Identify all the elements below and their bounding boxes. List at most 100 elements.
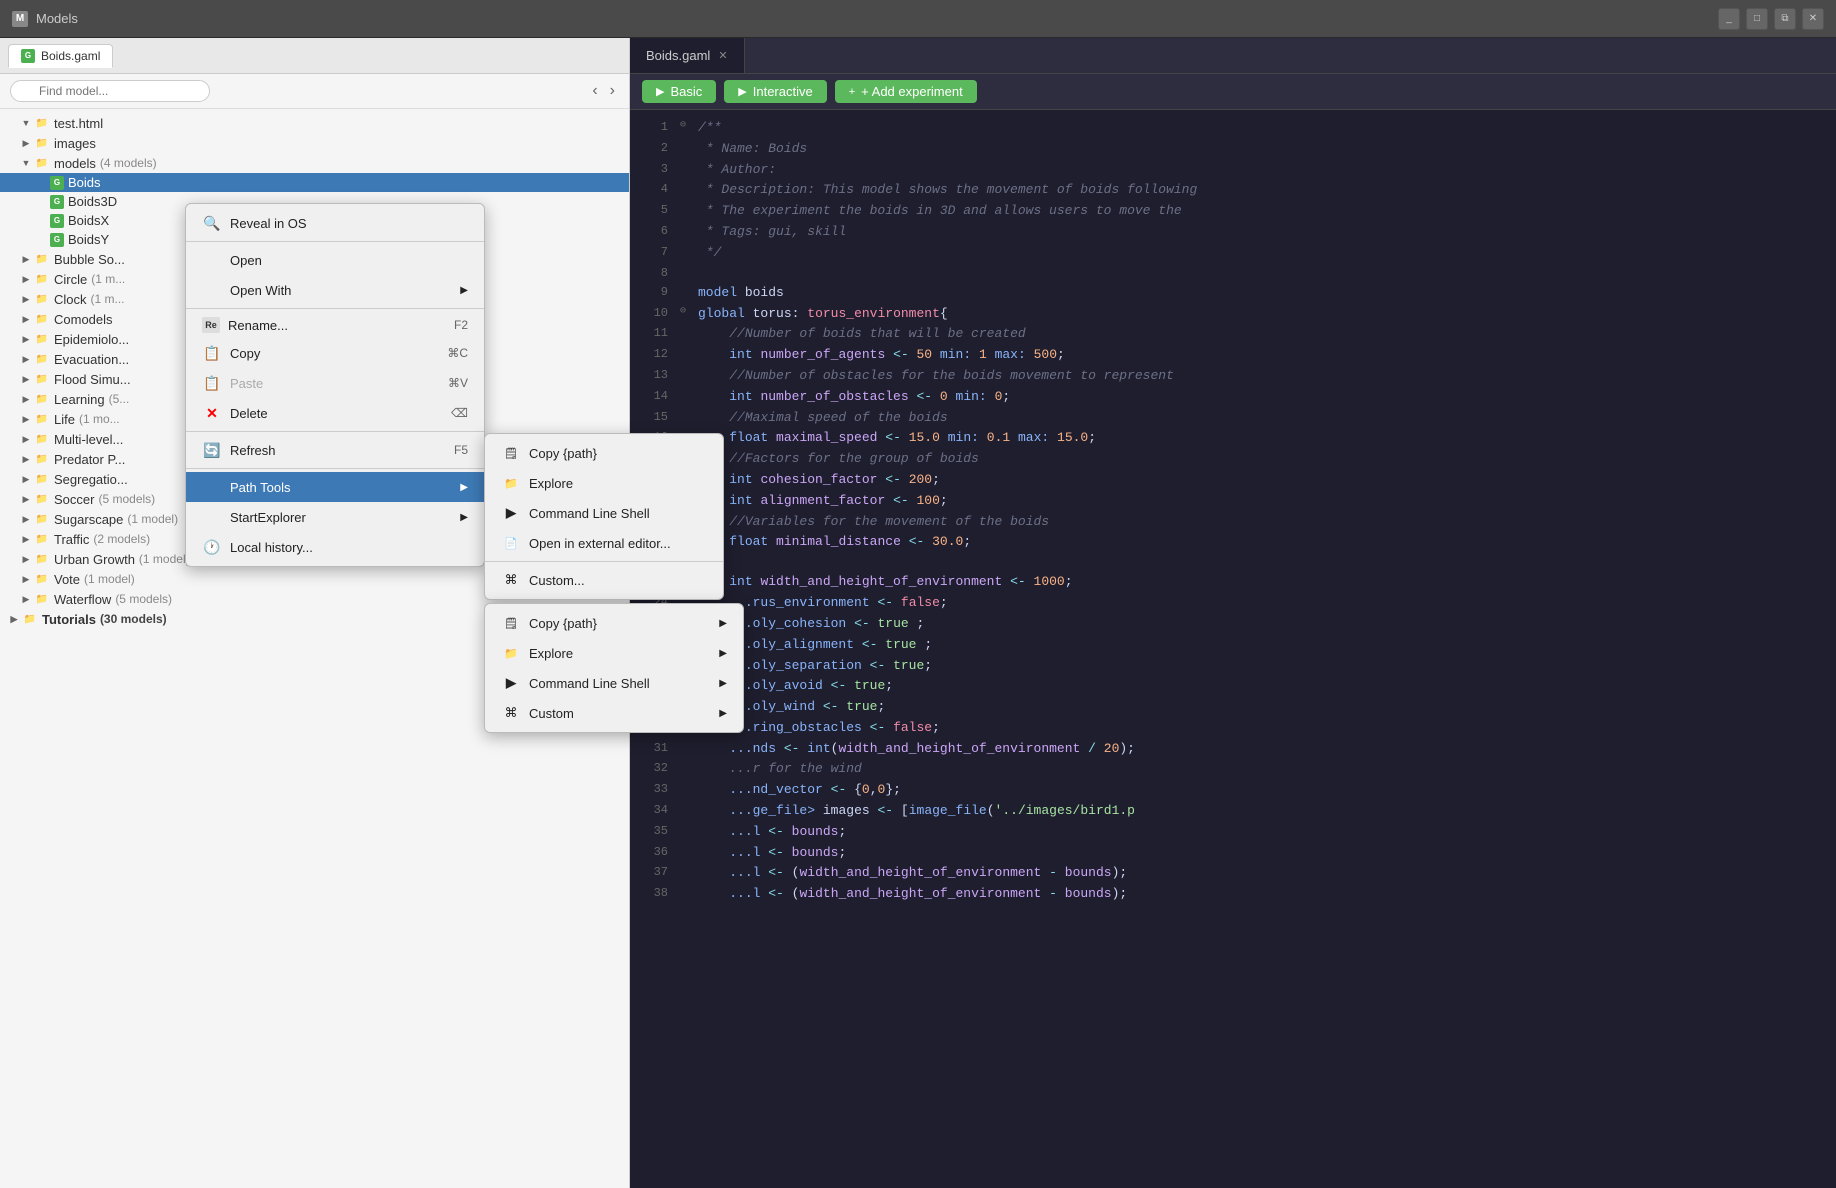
sub1-copypath[interactable]: 🗒 Copy {path} (485, 438, 723, 468)
maximize-btn[interactable]: □ (1746, 8, 1768, 30)
expand-urbangrowth[interactable] (20, 553, 32, 565)
minimize-btn[interactable]: _ (1718, 8, 1740, 30)
search-input[interactable] (10, 80, 210, 102)
fold-6 (680, 222, 694, 243)
menu-open[interactable]: Open (186, 245, 484, 275)
menu-openwith[interactable]: Open With ▶ (186, 275, 484, 305)
add-experiment-btn[interactable]: + + Add experiment (835, 80, 977, 103)
menu-reveal[interactable]: 🔍 Reveal in OS (186, 208, 484, 238)
sub1-explore[interactable]: 📁 Explore (485, 468, 723, 498)
sub1-custom-icon: ⌘ (501, 570, 521, 590)
menu-localhistory-label: Local history... (230, 540, 313, 555)
expand-segregatio[interactable] (20, 473, 32, 485)
menu-rename[interactable]: Re Rename... F2 (186, 312, 484, 338)
code-1: /** (698, 118, 721, 139)
sub2-custom[interactable]: ⌘ Custom ▶ (485, 698, 743, 728)
editor-tab-close[interactable]: ✕ (718, 49, 727, 62)
fold-33 (680, 780, 694, 801)
menu-sep-3 (186, 431, 484, 432)
editor-tab-boids[interactable]: Boids.gaml ✕ (630, 38, 745, 73)
tree-label-waterflow: Waterflow (54, 592, 111, 607)
interactive-play-icon: ▶ (738, 85, 746, 98)
code-11: //Number of boids that will be created (698, 324, 1026, 345)
nav-forward-btn[interactable]: › (606, 80, 619, 102)
menu-startexplorer-label: StartExplorer (230, 510, 306, 525)
sub2-explore-icon: 📁 (501, 643, 521, 663)
folder-icon-testhtml: 📁 (34, 115, 50, 131)
menu-delete[interactable]: ✕ Delete ⌫ (186, 398, 484, 428)
menu-reveal-label: Reveal in OS (230, 216, 307, 231)
interactive-btn[interactable]: ▶ Interactive (724, 80, 826, 103)
app-icon: M (12, 11, 28, 27)
basic-play-icon: ▶ (656, 85, 664, 98)
expand-floodsimu[interactable] (20, 373, 32, 385)
expand-vote[interactable] (20, 573, 32, 585)
expand-sugarscape[interactable] (20, 513, 32, 525)
code-line-29: 29 ...oly_wind <- true; (630, 697, 1836, 718)
close-btn[interactable]: ✕ (1802, 8, 1824, 30)
fold-10[interactable]: ⊖ (680, 304, 694, 325)
expand-epidemio[interactable] (20, 333, 32, 345)
expand-life[interactable] (20, 413, 32, 425)
menu-delete-label: Delete (230, 406, 268, 421)
tree-item-boids[interactable]: G Boids (0, 173, 629, 192)
code-6: * Tags: gui, skill (698, 222, 846, 243)
tree-item-images[interactable]: 📁 images (0, 133, 629, 153)
sub1-openext[interactable]: 📄 Open in external editor... (485, 528, 723, 558)
expand-learning[interactable] (20, 393, 32, 405)
expand-evacuation[interactable] (20, 353, 32, 365)
menu-refresh[interactable]: 🔄 Refresh F5 (186, 435, 484, 465)
code-area[interactable]: 1 ⊖ /** 2 * Name: Boids 3 * Author: 4 * … (630, 110, 1836, 1188)
sub2-copypath[interactable]: 🗒 Copy {path} ▶ (485, 608, 743, 638)
code-line-34: 34 ...ge_file> images <- [image_file('..… (630, 801, 1836, 822)
expand-predatorp[interactable] (20, 453, 32, 465)
fold-13 (680, 366, 694, 387)
fold-38 (680, 884, 694, 905)
expand-comodels[interactable] (20, 313, 32, 325)
menu-startexplorer[interactable]: StartExplorer ▶ (186, 502, 484, 532)
tree-label-boidsy: BoidsY (68, 232, 109, 247)
fold-2 (680, 139, 694, 160)
ln-12: 12 (638, 345, 668, 366)
expand-clock[interactable] (20, 293, 32, 305)
expand-testhtml[interactable] (20, 117, 32, 129)
expand-circle[interactable] (20, 273, 32, 285)
basic-btn[interactable]: ▶ Basic (642, 80, 716, 103)
paste-shortcut: ⌘V (448, 376, 468, 390)
menu-localhistory[interactable]: 🕐 Local history... (186, 532, 484, 562)
code-35: ...l <- bounds; (698, 822, 846, 843)
expand-images[interactable] (20, 137, 32, 149)
expand-multilevel[interactable] (20, 433, 32, 445)
nav-back-btn[interactable]: ‹ (588, 80, 601, 102)
menu-copy[interactable]: 📋 Copy ⌘C (186, 338, 484, 368)
expand-bubbleso[interactable] (20, 253, 32, 265)
title-bar: M Models _ □ ⧉ ✕ (0, 0, 1836, 38)
window-controls[interactable]: _ □ ⧉ ✕ (1718, 8, 1824, 30)
tree-label-vote: Vote (54, 572, 80, 587)
ln-34: 34 (638, 801, 668, 822)
expand-models[interactable] (20, 157, 32, 169)
menu-pathtools[interactable]: Path Tools ▶ (186, 472, 484, 502)
expand-tutorials[interactable] (8, 613, 20, 625)
tree-item-testhtml[interactable]: 📁 test.html (0, 113, 629, 133)
sub1-custom[interactable]: ⌘ Custom... (485, 565, 723, 595)
code-line-37: 37 ...l <- (width_and_height_of_environm… (630, 863, 1836, 884)
expand-soccer[interactable] (20, 493, 32, 505)
tree-item-models[interactable]: 📁 models (4 models) (0, 153, 629, 173)
boids-tab[interactable]: G Boids.gaml (8, 44, 113, 68)
code-line-22: 22 (630, 553, 1836, 572)
sub2-cmdline-icon: ▶ (501, 673, 521, 693)
expand-traffic[interactable] (20, 533, 32, 545)
sub1-openext-label: Open in external editor... (529, 536, 671, 551)
sub2-explore[interactable]: 📁 Explore ▶ (485, 638, 743, 668)
code-19: int alignment_factor <- 100; (698, 491, 948, 512)
expand-waterflow[interactable] (20, 593, 32, 605)
folder-icon-predatorp: 📁 (34, 451, 50, 467)
sub2-cmdline[interactable]: ▶ Command Line Shell ▶ (485, 668, 743, 698)
add-experiment-label: + Add experiment (861, 84, 963, 99)
life-count: (1 mo... (79, 412, 120, 426)
sub1-cmdline[interactable]: ▶ Command Line Shell (485, 498, 723, 528)
sub2-copypath-arrow: ▶ (719, 618, 727, 629)
restore-btn[interactable]: ⧉ (1774, 8, 1796, 30)
fold-1[interactable]: ⊖ (680, 118, 694, 139)
